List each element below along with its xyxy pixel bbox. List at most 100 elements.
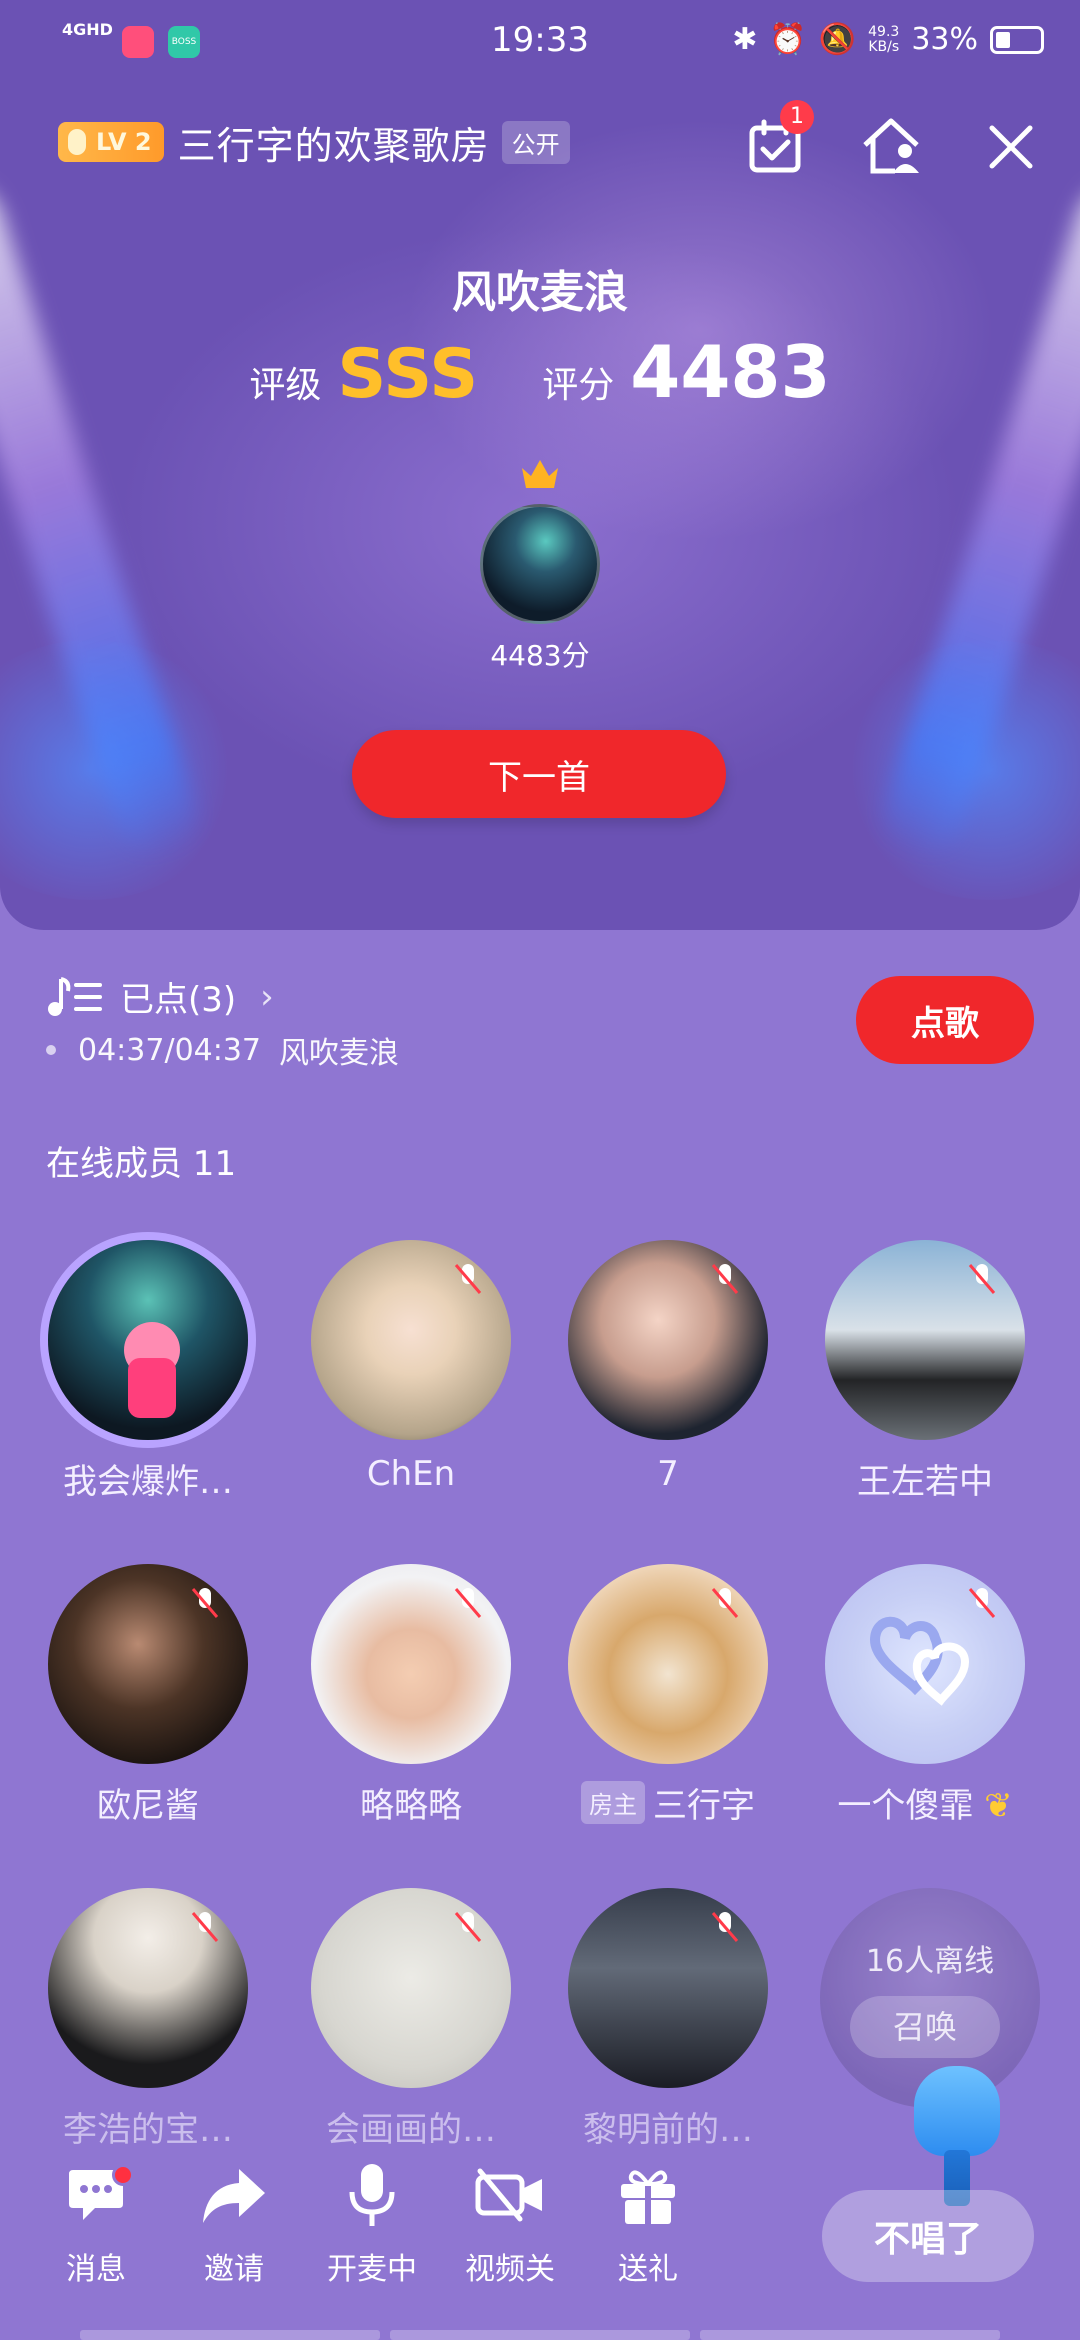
- member-avatar: [48, 1240, 248, 1440]
- mic-muted-icon: [454, 1588, 482, 1618]
- status-bar: 4GHD BOSS 19:33 ✱ ⏰ 🔕 49.3 KB/s 33%: [0, 0, 1080, 84]
- room-header: LV 2 三行字的欢聚歌房 公开: [58, 112, 570, 172]
- mic-muted-icon: [454, 1264, 482, 1294]
- queue-label: 已点(3): [120, 980, 237, 1020]
- room-members-button[interactable]: [858, 112, 928, 182]
- floating-mic-icon[interactable]: [914, 2066, 1000, 2206]
- score-value: 4483: [630, 330, 831, 414]
- member-avatar: [825, 1240, 1025, 1440]
- mic-muted-icon: [968, 1588, 996, 1618]
- member-card[interactable]: 我会爆炸…: [33, 1240, 263, 1503]
- member-name: 7: [657, 1454, 679, 1494]
- home-user-icon: [863, 118, 919, 174]
- singing-mic-icon: [124, 1322, 180, 1418]
- stop-singing-button[interactable]: 不唱了: [822, 2190, 1034, 2282]
- member-avatar: [311, 1564, 511, 1764]
- share-arrow-icon: [203, 2169, 265, 2223]
- room-owner-tag: 房主: [581, 1781, 645, 1824]
- member-card[interactable]: 一个傻霏 ❦: [810, 1564, 1040, 1827]
- grade-value: SSS: [337, 335, 479, 414]
- song-title: 风吹麦浪: [452, 267, 628, 318]
- calendar-check-button[interactable]: 1: [740, 100, 814, 182]
- chevron-right-icon: ›: [260, 976, 274, 1017]
- member-card[interactable]: 房主 三行字: [553, 1564, 783, 1827]
- alarm-icon: ⏰: [769, 22, 807, 57]
- member-name-text: 三行字: [653, 1786, 755, 1826]
- close-icon: [989, 125, 1033, 169]
- invite-button[interactable]: 邀请: [174, 2160, 294, 2288]
- gift-icon: [621, 2170, 675, 2224]
- calendar-badge: 1: [780, 100, 814, 134]
- member-card[interactable]: 李浩的宝…: [33, 1888, 263, 2151]
- member-name: 一个傻霏 ❦: [810, 1778, 1040, 1827]
- mic-label: 开麦中: [327, 2252, 417, 2287]
- member-avatar: [311, 1888, 511, 2088]
- video-label: 视频关: [465, 2252, 555, 2287]
- home-indicator: [0, 2330, 1080, 2340]
- battery-percent: 33%: [911, 22, 978, 57]
- invite-label: 邀请: [204, 2252, 264, 2287]
- mic-muted-icon: [191, 1912, 219, 1942]
- member-avatar: [568, 1564, 768, 1764]
- score-label: 评分: [542, 365, 615, 406]
- progress-dot: [46, 1045, 56, 1055]
- member-card[interactable]: 会画画的…: [296, 1888, 526, 2151]
- member-card[interactable]: 欧尼酱: [33, 1564, 263, 1827]
- request-song-button[interactable]: 点歌: [856, 976, 1034, 1064]
- room-title: 三行字的欢聚歌房: [177, 123, 490, 168]
- members-title: 在线成员 11: [46, 1144, 237, 1184]
- mic-level-icon: [68, 129, 86, 155]
- mic-muted-icon: [454, 1912, 482, 1942]
- bluetooth-icon: ✱: [732, 22, 758, 57]
- summon-button[interactable]: 召唤: [850, 1996, 1000, 2058]
- member-card[interactable]: ChEn: [296, 1240, 526, 1494]
- member-name: 黎明前的…: [583, 2110, 753, 2150]
- member-avatar: [568, 1888, 768, 2088]
- member-name: ChEn: [366, 1454, 456, 1494]
- next-song-button[interactable]: 下一首: [352, 730, 726, 818]
- floor-glow-right: [840, 640, 1080, 900]
- current-song: 风吹麦浪: [279, 1036, 400, 1071]
- member-name: 我会爆炸…: [63, 1462, 233, 1502]
- close-room-button[interactable]: [976, 112, 1046, 182]
- member-name: 王左若中: [857, 1462, 993, 1502]
- mic-muted-icon: [968, 1264, 996, 1294]
- gift-button[interactable]: 送礼: [588, 2160, 708, 2288]
- singer-avatar[interactable]: [480, 504, 600, 624]
- queue-link[interactable]: 已点(3) ›: [46, 972, 274, 1021]
- member-card[interactable]: 略略略: [296, 1564, 526, 1827]
- member-avatar: [311, 1240, 511, 1440]
- room-level-text: LV 2: [96, 128, 152, 156]
- mic-toggle-button[interactable]: 开麦中: [312, 2160, 432, 2288]
- room-level-badge: LV 2: [58, 122, 164, 162]
- member-card[interactable]: 王左若中: [810, 1240, 1040, 1503]
- member-name: 会画画的…: [326, 2110, 496, 2150]
- member-card[interactable]: 黎明前的…: [553, 1888, 783, 2151]
- offline-count: 16人离线: [865, 1944, 995, 1979]
- member-card[interactable]: 7: [553, 1240, 783, 1494]
- member-name: 欧尼酱: [97, 1786, 199, 1826]
- member-name-text: 一个傻霏: [837, 1786, 974, 1826]
- mic-muted-icon: [711, 1264, 739, 1294]
- double-heart-icon: [869, 1616, 970, 1706]
- crown-icon: [522, 460, 558, 488]
- floor-glow-left: [0, 640, 240, 900]
- member-avatar: [48, 1564, 248, 1764]
- mic-muted-icon: [191, 1588, 219, 1618]
- messages-button[interactable]: 消息: [36, 2160, 156, 2288]
- playback-time: 04:37/04:37: [78, 1032, 262, 1068]
- mic-muted-icon: [711, 1588, 739, 1618]
- video-toggle-button[interactable]: 视频关: [450, 2160, 570, 2288]
- singer-score: 4483分: [490, 639, 590, 672]
- room-visibility-badge: 公开: [501, 120, 570, 164]
- microphone-icon: [349, 2164, 395, 2226]
- network-speed: 49.3 KB/s: [868, 23, 900, 55]
- member-name: 李浩的宝…: [63, 2110, 233, 2150]
- messages-label: 消息: [66, 2252, 126, 2287]
- score-row: 评级 SSS 评分 4483: [0, 330, 1080, 414]
- playback-progress: 04:37/04:37 风吹麦浪: [46, 1028, 399, 1072]
- battery-icon: [990, 25, 1044, 54]
- unread-dot: [112, 2164, 134, 2186]
- member-avatar: [568, 1240, 768, 1440]
- member-name: 略略略: [360, 1786, 462, 1826]
